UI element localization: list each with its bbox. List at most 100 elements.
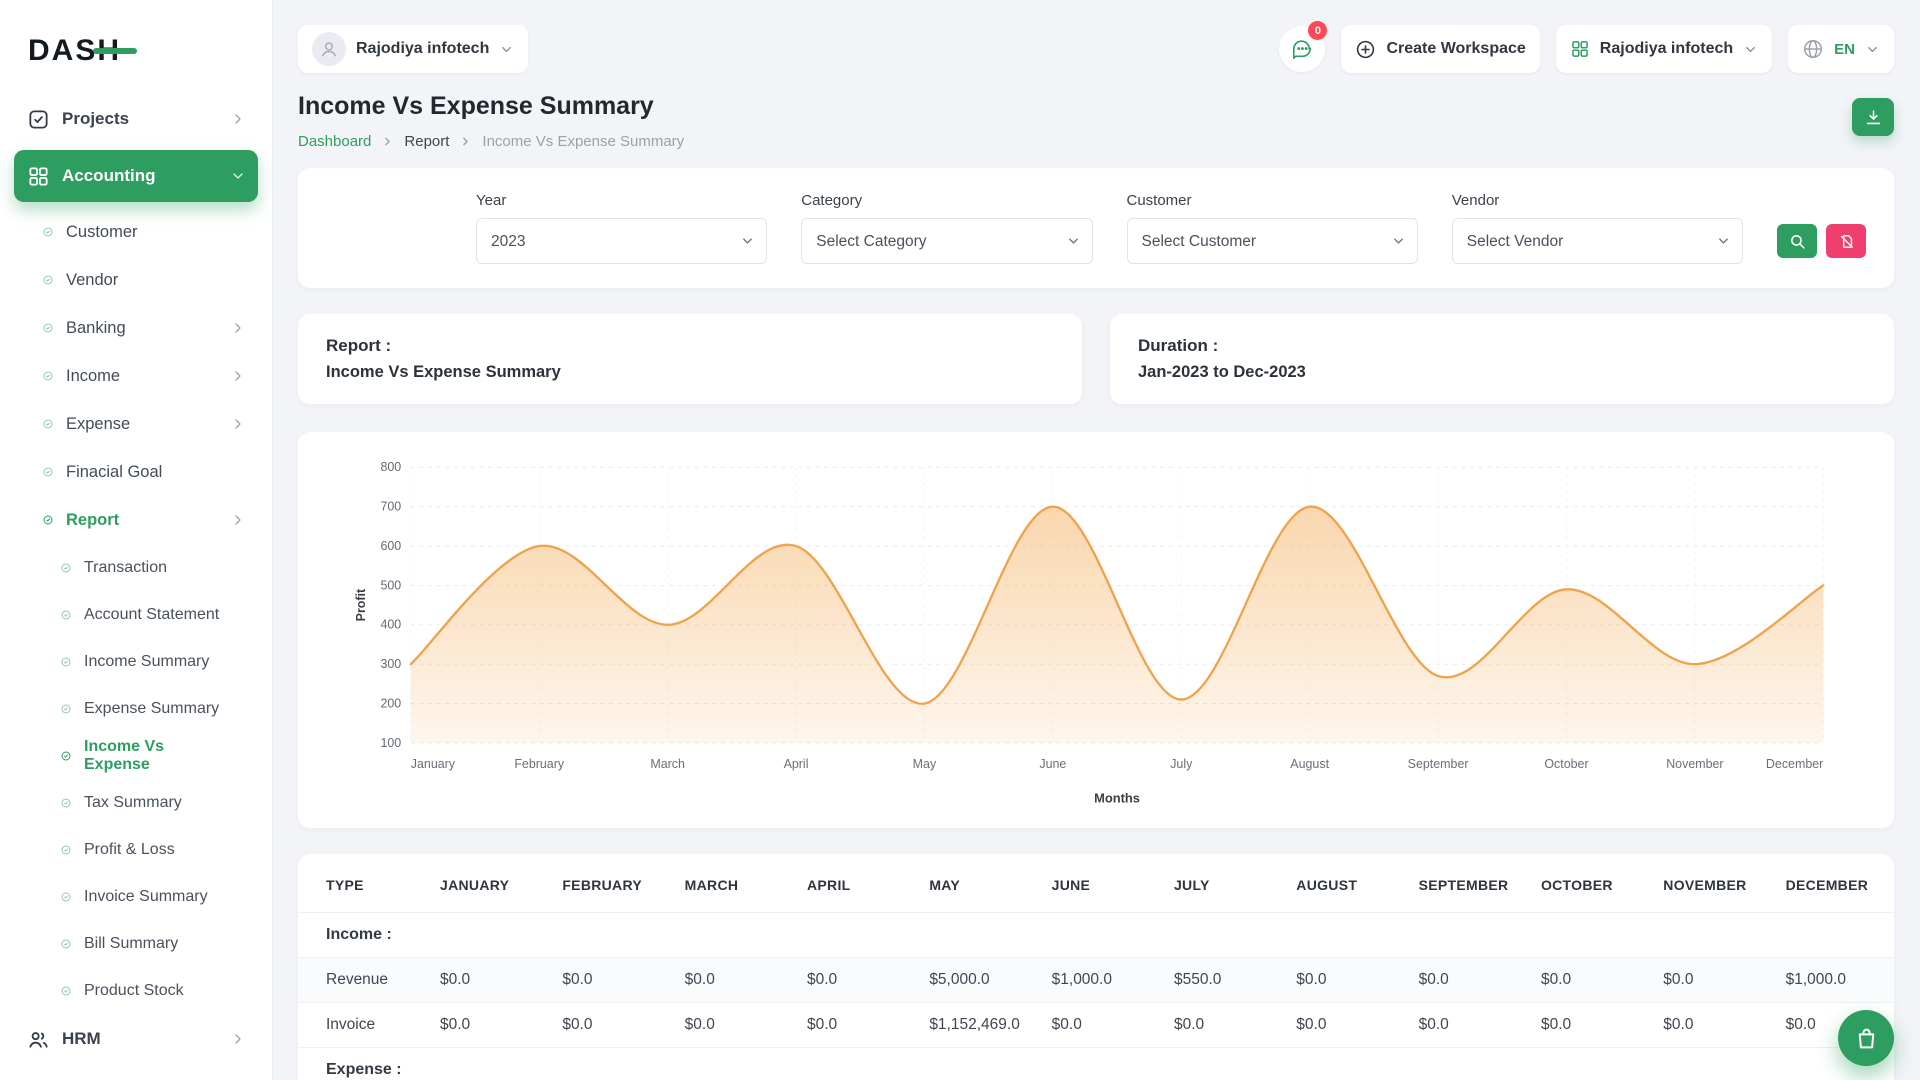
category-label: Category: [801, 192, 1092, 209]
column-header: DECEMBER: [1772, 858, 1894, 913]
bullet-icon: [60, 562, 72, 574]
sidebar-item-income[interactable]: Income: [14, 352, 258, 400]
table-cell: $550.0: [1160, 958, 1282, 1003]
svg-text:August: August: [1290, 757, 1329, 771]
bullet-icon: [60, 985, 72, 997]
organization-name: Rajodiya infotech: [1600, 40, 1733, 58]
svg-text:January: January: [411, 757, 456, 771]
year-select[interactable]: 2023: [476, 218, 767, 264]
report-card-value: Income Vs Expense Summary: [326, 363, 1054, 382]
download-button[interactable]: [1852, 98, 1894, 136]
income-expense-chart: 100200300400500600700800JanuaryFebruaryM…: [324, 452, 1868, 808]
section-label: Expense :: [298, 1048, 1894, 1080]
column-header: JULY: [1160, 858, 1282, 913]
table-cell: $0.0: [671, 958, 793, 1003]
sidebar-item-label: Customer: [66, 223, 138, 242]
table-cell: $0.0: [1160, 1003, 1282, 1048]
svg-text:April: April: [784, 757, 809, 771]
row-label: Revenue: [298, 958, 426, 1003]
table-cell: $0.0: [793, 958, 915, 1003]
globe-icon: [1802, 38, 1824, 60]
sidebar-item-product-stock[interactable]: Product Stock: [14, 967, 258, 1014]
bullet-icon: [60, 656, 72, 668]
year-filter-group: Year 2023: [476, 192, 767, 264]
sidebar-item-label: Product Stock: [84, 982, 184, 1000]
hrm-icon: [26, 1027, 50, 1051]
sidebar-item-projects[interactable]: Projects: [14, 94, 258, 144]
apply-filter-button[interactable]: [1777, 224, 1817, 258]
reset-filter-button[interactable]: [1826, 224, 1866, 258]
report-card-title: Report :: [326, 336, 1054, 356]
sidebar-item-accounting[interactable]: Accounting: [14, 150, 258, 202]
create-workspace-label: Create Workspace: [1386, 40, 1525, 58]
svg-text:October: October: [1544, 757, 1588, 771]
column-header: FEBRUARY: [548, 858, 670, 913]
customer-filter-group: Customer Select Customer: [1127, 192, 1418, 264]
sidebar-item-income-summary[interactable]: Income Summary: [14, 638, 258, 685]
breadcrumb-report[interactable]: Report: [404, 133, 449, 150]
sidebar-item-banking[interactable]: Banking: [14, 304, 258, 352]
sidebar-item-label: Accounting: [62, 166, 156, 186]
accounting-icon: [26, 164, 50, 188]
organization-selector[interactable]: Rajodiya infotech: [1556, 25, 1772, 73]
main-content: Rajodiya infotech 0 Create Workspace Raj…: [272, 0, 1920, 1080]
sidebar-item-tax-summary[interactable]: Tax Summary: [14, 779, 258, 826]
chevron-right-icon: [381, 135, 394, 148]
brand-logo[interactable]: DASH: [28, 34, 121, 68]
create-workspace-button[interactable]: Create Workspace: [1341, 25, 1539, 73]
sidebar-item-label: HRM: [62, 1029, 101, 1049]
category-select[interactable]: Select Category: [801, 218, 1092, 264]
report-table: TYPEJANUARYFEBRUARYMARCHAPRILMAYJUNEJULY…: [298, 858, 1894, 1080]
sidebar-item-expense-summary[interactable]: Expense Summary: [14, 685, 258, 732]
sidebar-item-invoice-summary[interactable]: Invoice Summary: [14, 873, 258, 920]
cart-fab-button[interactable]: [1838, 1010, 1894, 1066]
column-header: APRIL: [793, 858, 915, 913]
customer-label: Customer: [1127, 192, 1418, 209]
workspace-name: Rajodiya infotech: [356, 40, 489, 58]
sidebar-item-label: Report: [66, 511, 119, 530]
svg-text:100: 100: [380, 736, 401, 750]
column-header: MARCH: [671, 858, 793, 913]
workspace-selector[interactable]: Rajodiya infotech: [298, 25, 528, 73]
svg-text:Months: Months: [1094, 790, 1140, 805]
sidebar-item-customer[interactable]: Customer: [14, 208, 258, 256]
sidebar-item-label: Income Vs Expense: [84, 738, 234, 774]
table-cell: $0.0: [1649, 958, 1771, 1003]
sidebar-item-report[interactable]: Report: [14, 496, 258, 544]
chevron-right-icon: [230, 512, 246, 528]
sidebar-item-transaction[interactable]: Transaction: [14, 544, 258, 591]
sidebar-item-income-vs-expense[interactable]: Income Vs Expense: [14, 732, 258, 779]
sidebar-item-finacial-goal[interactable]: Finacial Goal: [14, 448, 258, 496]
messages-button[interactable]: 0: [1279, 26, 1325, 72]
sidebar-item-label: Transaction: [84, 559, 167, 577]
page-header: Income Vs Expense Summary Dashboard Repo…: [298, 92, 1894, 150]
sidebar-item-profit-loss[interactable]: Profit & Loss: [14, 826, 258, 873]
chevron-down-icon: [1743, 42, 1758, 57]
breadcrumb-dashboard[interactable]: Dashboard: [298, 133, 371, 150]
sidebar-item-expense[interactable]: Expense: [14, 400, 258, 448]
breadcrumb: Dashboard Report Income Vs Expense Summa…: [298, 133, 684, 150]
column-header: AUGUST: [1282, 858, 1404, 913]
vendor-label: Vendor: [1452, 192, 1743, 209]
sidebar-item-account-statement[interactable]: Account Statement: [14, 591, 258, 638]
svg-text:400: 400: [380, 618, 401, 632]
table-row: Revenue$0.0$0.0$0.0$0.0$5,000.0$1,000.0$…: [298, 958, 1894, 1003]
sidebar-item-hrm[interactable]: HRM: [14, 1014, 258, 1064]
customer-select[interactable]: Select Customer: [1127, 218, 1418, 264]
vendor-select[interactable]: Select Vendor: [1452, 218, 1743, 264]
download-icon: [1864, 108, 1883, 127]
filter-row: Year 2023 Category Select Category Custo…: [326, 192, 1866, 264]
sidebar-item-vendor[interactable]: Vendor: [14, 256, 258, 304]
sidebar-item-label: Expense Summary: [84, 700, 219, 718]
messages-badge: 0: [1308, 21, 1327, 40]
topbar-actions: 0 Create Workspace Rajodiya infotech EN: [1279, 25, 1894, 73]
duration-card-value: Jan-2023 to Dec-2023: [1138, 363, 1866, 382]
table-row: Expense :: [298, 1048, 1894, 1080]
shopping-bag-icon: [1854, 1026, 1879, 1051]
language-selector[interactable]: EN: [1788, 25, 1894, 73]
grid-icon: [1570, 39, 1590, 59]
clear-filter-icon: [1838, 233, 1855, 250]
sidebar-item-bill-summary[interactable]: Bill Summary: [14, 920, 258, 967]
topbar: Rajodiya infotech 0 Create Workspace Raj…: [298, 24, 1894, 74]
bullet-icon: [60, 609, 72, 621]
